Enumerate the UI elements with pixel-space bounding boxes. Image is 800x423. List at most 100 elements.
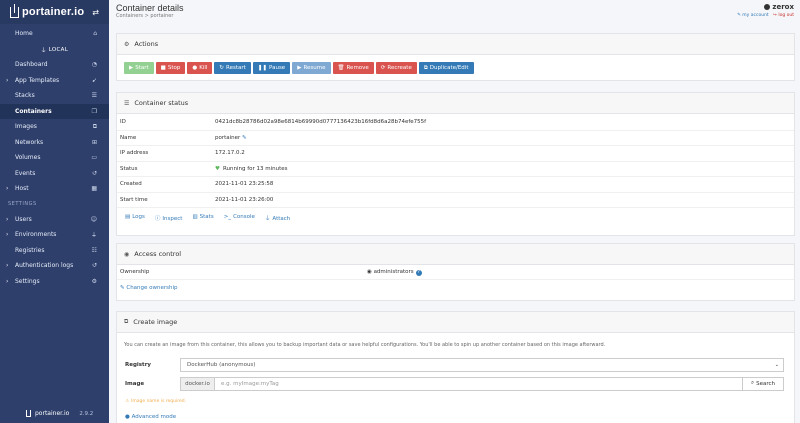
history-icon: ↺ bbox=[91, 262, 97, 270]
resume-label: Resume bbox=[303, 65, 326, 71]
sidebar-item-label: Users bbox=[15, 215, 32, 223]
trash-icon: 🗑 bbox=[337, 65, 345, 71]
question-circle-icon[interactable]: ? bbox=[415, 269, 422, 276]
console-link[interactable]: >_ Console bbox=[224, 214, 255, 222]
status-row-name: Name portainer ✎ bbox=[117, 129, 794, 146]
inspect-label: Inspect bbox=[162, 216, 183, 222]
chevron-right-icon[interactable]: › bbox=[6, 262, 8, 269]
chevron-right-icon[interactable]: › bbox=[6, 77, 8, 84]
sidebar-item-environments[interactable]: › Environments ⏚ bbox=[0, 227, 109, 243]
sidebar-item-label: Images bbox=[15, 123, 37, 131]
logout-link[interactable]: ↪ log out bbox=[773, 13, 794, 18]
status-row-ip-address: IP address 172.17.0.2 bbox=[117, 145, 794, 161]
sidebar-item-label: Dashboard bbox=[15, 61, 48, 69]
heartbeat-icon: ♥ bbox=[215, 165, 220, 172]
home-icon: ⌂ bbox=[93, 29, 97, 37]
sidebar-item-images[interactable]: Images ⧉ bbox=[0, 119, 109, 135]
duplicate-edit-button[interactable]: ⧉ Duplicate/Edit bbox=[418, 62, 474, 74]
terminal-icon: >_ bbox=[223, 214, 232, 220]
user-icon bbox=[764, 3, 771, 10]
sidebar-item-stacks[interactable]: Stacks ☰ bbox=[0, 88, 109, 104]
eye-icon: ◉ bbox=[124, 250, 130, 258]
pause-icon: ❚❚ bbox=[257, 65, 268, 71]
remove-label: Remove bbox=[346, 65, 369, 71]
registry-select[interactable]: DockerHub (anonymous) ⌄ bbox=[180, 357, 784, 372]
sidebar-item-authentication-logs[interactable]: › Authentication logs ↺ bbox=[0, 258, 109, 274]
start-label: Start bbox=[135, 65, 149, 71]
start-button[interactable]: ▶ Start bbox=[124, 62, 154, 74]
restart-button[interactable]: ↻ Restart bbox=[214, 62, 251, 74]
status-row-created: Created 2021-11-01 23:25:58 bbox=[117, 176, 794, 192]
status-key: ID bbox=[120, 118, 126, 125]
sidebar-item-host[interactable]: › Host ▦ bbox=[0, 181, 109, 197]
status-value-text: Running for 13 minutes bbox=[222, 165, 288, 172]
chevron-right-icon[interactable]: › bbox=[6, 216, 8, 223]
duplicate-label: Duplicate/Edit bbox=[429, 65, 469, 71]
chevron-right-icon[interactable]: › bbox=[6, 278, 8, 285]
cogs-icon: ⚙ bbox=[124, 40, 130, 48]
attach-link[interactable]: ⏚ Attach bbox=[265, 214, 290, 222]
breadcrumb[interactable]: Containers > portainer bbox=[116, 13, 173, 19]
sidebar-item-networks[interactable]: Networks ⊞ bbox=[0, 135, 109, 151]
tachometer-icon: ◔ bbox=[91, 61, 97, 69]
pause-button[interactable]: ❚❚ Pause bbox=[252, 62, 291, 74]
advanced-mode-label: Advanced mode bbox=[131, 414, 177, 420]
image-warning: ⚠ Image name is required. bbox=[117, 392, 794, 404]
portainer-logo-icon bbox=[26, 410, 31, 417]
edit-icon: ✎ bbox=[120, 285, 125, 291]
user-name-text: zerox bbox=[772, 3, 794, 11]
page-title: Container details bbox=[116, 3, 184, 13]
resume-button[interactable]: ▶ Resume bbox=[292, 62, 331, 74]
sidebar-footer: portainer.io 2.9.2 bbox=[26, 410, 93, 417]
sidebar-item-events[interactable]: Events ↺ bbox=[0, 166, 109, 182]
sitemap-icon: ⊞ bbox=[91, 138, 97, 146]
kill-button[interactable]: ● Kill bbox=[187, 62, 213, 74]
stop-button[interactable]: ■ Stop bbox=[155, 62, 186, 74]
chevron-right-icon[interactable]: › bbox=[6, 185, 8, 192]
sidebar-item-home[interactable]: Home ⌂ bbox=[0, 24, 109, 42]
refresh-icon: ↻ bbox=[219, 65, 225, 71]
environment-name: LOCAL bbox=[48, 46, 69, 53]
sidebar-item-containers[interactable]: Containers ❒ bbox=[0, 103, 109, 119]
version-label: 2.9.2 bbox=[79, 410, 94, 417]
eye-icon: ◉ bbox=[367, 268, 372, 275]
status-title: Container status bbox=[134, 99, 189, 107]
container-status-widget: ☰ Container status ID 0421dc8b28786d02a98… bbox=[116, 92, 795, 236]
change-ownership-link[interactable]: ✎ Change ownership bbox=[117, 280, 794, 296]
status-key: Status bbox=[120, 165, 138, 172]
recreate-button[interactable]: ⟳ Recreate bbox=[375, 62, 417, 74]
actions-toolbar: ▶ Start ■ Stop ● Kill ↻ Restart ❚❚ Pause ▶ Res… bbox=[117, 55, 794, 81]
sidebar-item-users[interactable]: › Users ☺ bbox=[0, 212, 109, 228]
database-icon: ☷ bbox=[91, 246, 97, 254]
remove-button[interactable]: 🗑 Remove bbox=[332, 62, 374, 74]
pause-label: Pause bbox=[269, 65, 286, 71]
sidebar-item-label: App Templates bbox=[15, 76, 60, 84]
search-button[interactable]: ⌕ Search bbox=[743, 376, 784, 391]
ownership-row: Ownership ◉ administrators? bbox=[117, 265, 794, 280]
sidebar-item-settings[interactable]: › Settings ⚙ bbox=[0, 274, 109, 290]
sidebar-item-dashboard[interactable]: Dashboard ◔ bbox=[0, 57, 109, 73]
status-value-text: 2021-11-01 23:26:00 bbox=[215, 196, 274, 203]
sidebar-item-app-templates[interactable]: › App Templates ➹ bbox=[0, 73, 109, 89]
status-value-text: 2021-11-01 23:25:58 bbox=[215, 181, 274, 188]
th-list-icon: ☰ bbox=[91, 92, 97, 100]
bomb-icon: ● bbox=[192, 65, 198, 71]
sidebar-item-registries[interactable]: Registries ☷ bbox=[0, 243, 109, 259]
chevron-right-icon[interactable]: › bbox=[6, 231, 8, 238]
image-name-input[interactable]: e.g. myImage:myTag bbox=[215, 376, 743, 391]
image-warning-text: Image name is required. bbox=[131, 399, 187, 404]
exchange-icon[interactable]: ⇄ bbox=[92, 8, 99, 17]
stats-link[interactable]: ▥ Stats bbox=[192, 214, 213, 222]
logs-link[interactable]: ▤ Logs bbox=[125, 214, 145, 222]
brand-name: portainer.io bbox=[22, 6, 85, 18]
kill-label: Kill bbox=[199, 65, 208, 71]
inspect-link[interactable]: ⓘ Inspect bbox=[155, 214, 183, 222]
advanced-mode-link[interactable]: ● Advanced mode bbox=[117, 404, 794, 420]
access-title: Access control bbox=[134, 250, 182, 258]
footer-brand: portainer.io bbox=[35, 410, 70, 417]
edit-name-icon[interactable]: ✎ bbox=[240, 135, 247, 141]
restart-label: Restart bbox=[226, 65, 246, 71]
sidebar-item-volumes[interactable]: Volumes ▭ bbox=[0, 150, 109, 166]
user-links: ✎ my account ↪ log out bbox=[737, 13, 794, 18]
my-account-link[interactable]: ✎ my account bbox=[737, 13, 769, 18]
